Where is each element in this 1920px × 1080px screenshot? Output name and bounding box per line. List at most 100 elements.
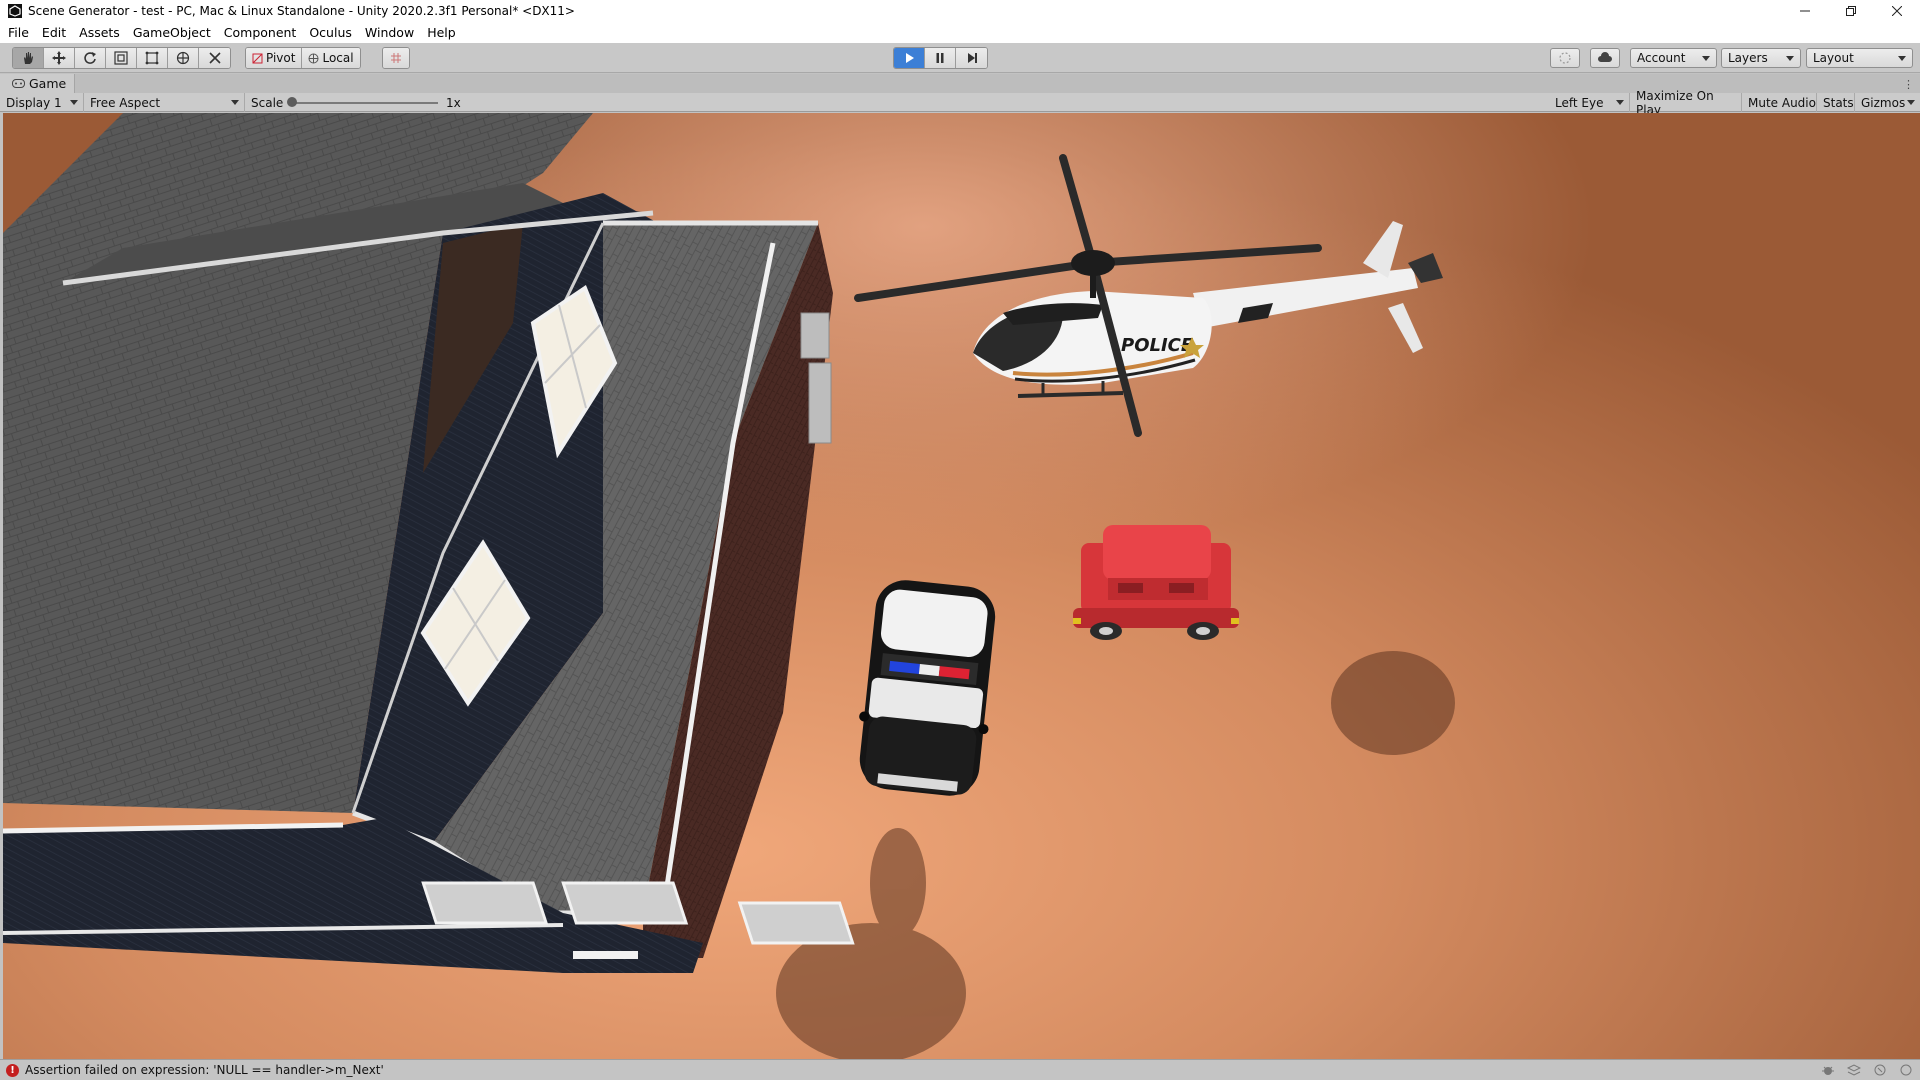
menu-edit[interactable]: Edit bbox=[42, 25, 66, 40]
gizmos-dropdown[interactable]: Gizmos bbox=[1855, 93, 1920, 112]
close-icon bbox=[1892, 6, 1902, 16]
tab-game[interactable]: Game bbox=[0, 74, 76, 93]
chevron-down-icon bbox=[1616, 100, 1624, 105]
chevron-down-icon bbox=[1786, 56, 1794, 61]
aspect-dropdown[interactable]: Free Aspect bbox=[84, 93, 245, 112]
cloud-icon bbox=[1598, 52, 1612, 62]
gamepad-icon bbox=[12, 79, 25, 88]
chevron-down-icon bbox=[1898, 56, 1906, 61]
transform-icon bbox=[176, 51, 190, 65]
playback-controls bbox=[893, 47, 988, 69]
menu-assets[interactable]: Assets bbox=[79, 25, 120, 40]
step-button[interactable] bbox=[956, 48, 987, 68]
hand-tool-button[interactable] bbox=[13, 48, 44, 68]
stats-label: Stats bbox=[1823, 95, 1854, 110]
scale-icon bbox=[114, 51, 128, 65]
status-bar[interactable]: ! Assertion failed on expression: 'NULL … bbox=[0, 1059, 1920, 1080]
pivot-label: Pivot bbox=[266, 51, 296, 65]
grid-snap-icon bbox=[391, 53, 401, 63]
layers-dropdown[interactable]: Layers bbox=[1721, 48, 1801, 68]
tools-icon bbox=[208, 52, 221, 64]
move-tool-button[interactable] bbox=[44, 48, 75, 68]
menu-bar: File Edit Assets GameObject Component Oc… bbox=[0, 22, 1920, 43]
status-message[interactable]: Assertion failed on expression: 'NULL ==… bbox=[25, 1063, 384, 1077]
play-button[interactable] bbox=[894, 48, 925, 68]
maximize-on-play-toggle[interactable]: Maximize On Play bbox=[1630, 89, 1742, 117]
restore-button[interactable] bbox=[1828, 0, 1874, 22]
mute-audio-toggle[interactable]: Mute Audio bbox=[1742, 93, 1817, 112]
hand-icon bbox=[24, 52, 33, 64]
game-view-controls: Display 1 Free Aspect Scale 1x Left Eye … bbox=[0, 89, 1920, 117]
unity-logo-icon bbox=[8, 4, 22, 18]
house-model bbox=[3, 113, 855, 973]
layout-dropdown[interactable]: Layout bbox=[1806, 48, 1913, 68]
rect-tool-button[interactable] bbox=[137, 48, 168, 68]
transform-tool-button[interactable] bbox=[168, 48, 199, 68]
stats-toggle[interactable]: Stats bbox=[1817, 93, 1855, 112]
account-dropdown[interactable]: Account bbox=[1630, 48, 1717, 68]
menu-gameobject[interactable]: GameObject bbox=[133, 25, 211, 40]
account-label: Account bbox=[1637, 51, 1686, 65]
pivot-toggle[interactable]: Pivot bbox=[246, 48, 303, 68]
rect-transform-icon bbox=[145, 51, 159, 65]
rotate-tool-button[interactable] bbox=[75, 48, 106, 68]
eye-dropdown[interactable]: Left Eye bbox=[1549, 93, 1630, 112]
collab-button[interactable] bbox=[1550, 48, 1580, 68]
scale-tool-button[interactable] bbox=[106, 48, 137, 68]
pause-icon bbox=[936, 53, 944, 63]
transform-tools bbox=[12, 47, 231, 69]
chevron-down-icon bbox=[1702, 56, 1710, 61]
pause-button[interactable] bbox=[925, 48, 956, 68]
aspect-label: Free Aspect bbox=[90, 95, 161, 110]
local-icon bbox=[308, 53, 319, 63]
scale-value: 1x bbox=[446, 95, 461, 110]
progress-icon[interactable] bbox=[1898, 1063, 1914, 1077]
collab-icon bbox=[1559, 52, 1571, 64]
layout-label: Layout bbox=[1813, 51, 1854, 65]
status-icons bbox=[1820, 1063, 1914, 1077]
menu-component[interactable]: Component bbox=[224, 25, 297, 40]
window-title: Scene Generator - test - PC, Mac & Linux… bbox=[28, 4, 575, 18]
scale-label-wrap: Scale bbox=[245, 93, 283, 112]
menu-help[interactable]: Help bbox=[427, 25, 456, 40]
display-label: Display 1 bbox=[6, 95, 62, 110]
tab-game-label: Game bbox=[29, 76, 67, 91]
pivot-toggles: Pivot Local bbox=[245, 47, 361, 69]
mute-audio-label: Mute Audio bbox=[1748, 95, 1816, 110]
grid-snap-button[interactable] bbox=[383, 48, 409, 68]
main-toolbar: Pivot Local Account Layers Layout bbox=[0, 43, 1920, 73]
chevron-down-icon bbox=[231, 100, 239, 105]
menu-oculus[interactable]: Oculus bbox=[309, 25, 352, 40]
close-button[interactable] bbox=[1874, 0, 1920, 22]
pivot-icon bbox=[252, 53, 263, 63]
menu-window[interactable]: Window bbox=[365, 25, 414, 40]
scale-label: Scale bbox=[251, 95, 284, 110]
chevron-down-icon bbox=[1907, 100, 1915, 105]
gizmos-label: Gizmos bbox=[1861, 95, 1906, 110]
local-toggle[interactable]: Local bbox=[302, 48, 360, 68]
scene-render: POLICE bbox=[3, 113, 1920, 1059]
minimize-button[interactable] bbox=[1782, 0, 1828, 22]
local-label: Local bbox=[322, 51, 354, 65]
scale-slider-track[interactable] bbox=[290, 102, 438, 104]
error-icon: ! bbox=[6, 1063, 19, 1077]
cloud-button[interactable] bbox=[1590, 48, 1620, 68]
grid-snap-group bbox=[382, 47, 410, 69]
step-icon bbox=[967, 53, 977, 63]
custom-tool-button[interactable] bbox=[199, 48, 230, 68]
lighting-icon[interactable] bbox=[1872, 1063, 1888, 1077]
scale-slider-handle[interactable] bbox=[287, 97, 297, 107]
title-bar: Scene Generator - test - PC, Mac & Linux… bbox=[0, 0, 1920, 22]
game-viewport[interactable]: POLICE bbox=[3, 113, 1920, 1059]
bug-icon[interactable] bbox=[1820, 1063, 1836, 1077]
chevron-down-icon bbox=[70, 100, 78, 105]
more-options-icon[interactable]: ⋮ bbox=[1903, 78, 1914, 91]
eye-label: Left Eye bbox=[1555, 95, 1604, 110]
layers-label: Layers bbox=[1728, 51, 1768, 65]
layers-icon[interactable] bbox=[1846, 1063, 1862, 1077]
display-dropdown[interactable]: Display 1 bbox=[0, 93, 84, 112]
play-icon bbox=[906, 53, 914, 63]
minimize-icon bbox=[1800, 10, 1810, 12]
menu-file[interactable]: File bbox=[8, 25, 29, 40]
rotate-icon bbox=[84, 52, 96, 64]
